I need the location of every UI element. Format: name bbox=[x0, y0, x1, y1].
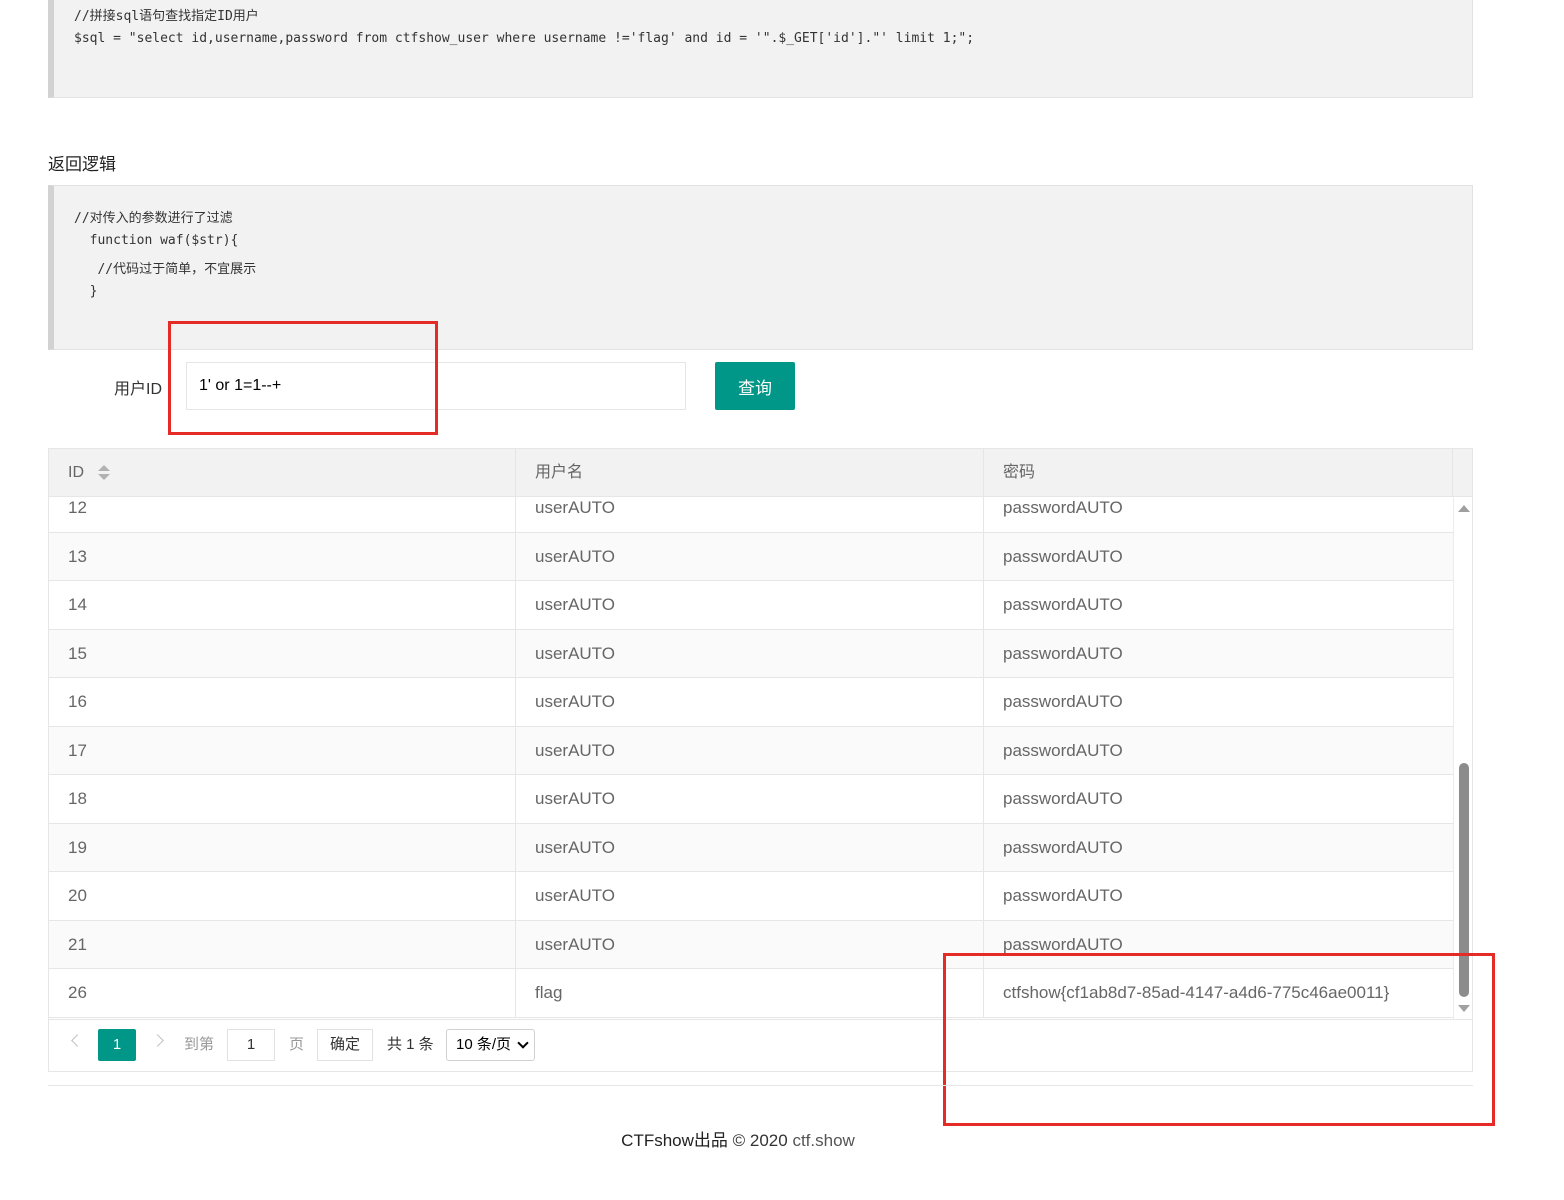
section-title: 返回逻辑 bbox=[48, 155, 116, 174]
table-scrollbar[interactable] bbox=[1453, 497, 1472, 1019]
cell-id: 15 bbox=[49, 629, 516, 678]
goto-label: 到第 bbox=[184, 1036, 215, 1053]
highlight-box-input bbox=[168, 321, 438, 435]
divider bbox=[48, 1085, 1473, 1086]
table-row[interactable]: 17 userAUTO passwordAUTO bbox=[49, 726, 1453, 775]
cell-password: passwordAUTO bbox=[1003, 837, 1123, 857]
table-row[interactable]: 20 userAUTO passwordAUTO bbox=[49, 872, 1453, 921]
table-row[interactable]: 15 userAUTO passwordAUTO bbox=[49, 629, 1453, 678]
code-line: //代码过于简单，不宜展示 bbox=[74, 262, 257, 277]
column-header-label: ID bbox=[68, 464, 84, 481]
confirm-page-button[interactable]: 确定 bbox=[317, 1029, 373, 1061]
cell-password: passwordAUTO bbox=[1003, 643, 1123, 663]
code-line: function waf($str){ bbox=[74, 233, 239, 248]
current-page-button[interactable]: 1 bbox=[98, 1029, 136, 1061]
footer-copyright: © 2020 bbox=[732, 1131, 788, 1150]
cell-id: 16 bbox=[49, 678, 516, 726]
cell-username: flag bbox=[516, 969, 984, 1017]
cell-username: userAUTO bbox=[516, 532, 984, 581]
cell-id: 14 bbox=[49, 581, 516, 629]
prev-page-icon[interactable] bbox=[71, 1034, 84, 1047]
page-size-value: 10 条/页 bbox=[456, 1036, 512, 1053]
cell-id: 12 bbox=[49, 497, 516, 532]
query-button[interactable]: 查询 bbox=[715, 362, 795, 410]
table-row[interactable]: 14 userAUTO passwordAUTO bbox=[49, 581, 1453, 630]
cell-id: 19 bbox=[49, 823, 516, 872]
footer: CTFshow出品 © 2020 ctf.show bbox=[0, 1126, 1476, 1151]
cell-username: userAUTO bbox=[516, 872, 984, 920]
cell-username: userAUTO bbox=[516, 920, 984, 969]
table-body: 12 userAUTO passwordAUTO 13 userAUTO password… bbox=[49, 497, 1453, 1019]
cell-id: 17 bbox=[49, 726, 516, 775]
cell-password: passwordAUTO bbox=[1003, 546, 1123, 566]
column-header-password: 密码 bbox=[984, 449, 1453, 496]
code-line: //拼接sql语句查找指定ID用户 bbox=[74, 9, 259, 24]
cell-password: passwordAUTO bbox=[1003, 498, 1123, 517]
page-unit-label: 页 bbox=[289, 1036, 305, 1053]
user-id-label: 用户ID bbox=[114, 381, 163, 398]
page-size-select[interactable]: 10 条/页 bbox=[446, 1029, 535, 1061]
footer-brand: CTFshow出品 bbox=[621, 1131, 728, 1150]
cell-password: passwordAUTO bbox=[1003, 740, 1123, 760]
cell-username: userAUTO bbox=[516, 678, 984, 726]
cell-password: passwordAUTO bbox=[1003, 595, 1123, 614]
cell-username: userAUTO bbox=[516, 497, 984, 532]
sql-code-block: //拼接sql语句查找指定ID用户 $sql = "select id,user… bbox=[48, 0, 1473, 98]
table-row[interactable]: 12 userAUTO passwordAUTO bbox=[49, 497, 1453, 533]
sort-icon[interactable] bbox=[98, 464, 111, 481]
cell-password: passwordAUTO bbox=[1003, 886, 1123, 905]
footer-site-link[interactable]: ctf.show bbox=[792, 1131, 854, 1150]
table-header: ID 用户名 密码 bbox=[49, 449, 1472, 497]
code-line: } bbox=[74, 284, 98, 299]
code-line: $sql = "select id,username,password from… bbox=[74, 31, 975, 46]
cell-username: userAUTO bbox=[516, 581, 984, 629]
cell-username: userAUTO bbox=[516, 629, 984, 678]
cell-password: passwordAUTO bbox=[1003, 692, 1123, 711]
chevron-down-icon bbox=[517, 1037, 529, 1049]
cell-id: 13 bbox=[49, 532, 516, 581]
column-header-username: 用户名 bbox=[516, 449, 984, 496]
goto-page-input[interactable]: 1 bbox=[227, 1029, 275, 1061]
table-row[interactable]: 19 userAUTO passwordAUTO bbox=[49, 823, 1453, 872]
cell-id: 20 bbox=[49, 872, 516, 920]
column-header-id[interactable]: ID bbox=[49, 449, 516, 496]
code-line: //对传入的参数进行了过滤 bbox=[74, 211, 233, 226]
total-count: 共 1 条 bbox=[387, 1036, 434, 1053]
cell-id: 18 bbox=[49, 775, 516, 823]
cell-id: 26 bbox=[49, 969, 516, 1017]
table-row[interactable]: 16 userAUTO passwordAUTO bbox=[49, 678, 1453, 727]
cell-id: 21 bbox=[49, 920, 516, 969]
highlight-box-flag bbox=[943, 953, 1495, 1126]
scroll-up-arrow-icon[interactable] bbox=[1458, 505, 1470, 512]
cell-password: passwordAUTO bbox=[1003, 789, 1123, 808]
cell-username: userAUTO bbox=[516, 726, 984, 775]
table-row[interactable]: 13 userAUTO passwordAUTO bbox=[49, 532, 1453, 581]
cell-username: userAUTO bbox=[516, 775, 984, 823]
next-page-icon[interactable] bbox=[151, 1034, 164, 1047]
cell-username: userAUTO bbox=[516, 823, 984, 872]
table-row[interactable]: 18 userAUTO passwordAUTO bbox=[49, 775, 1453, 824]
